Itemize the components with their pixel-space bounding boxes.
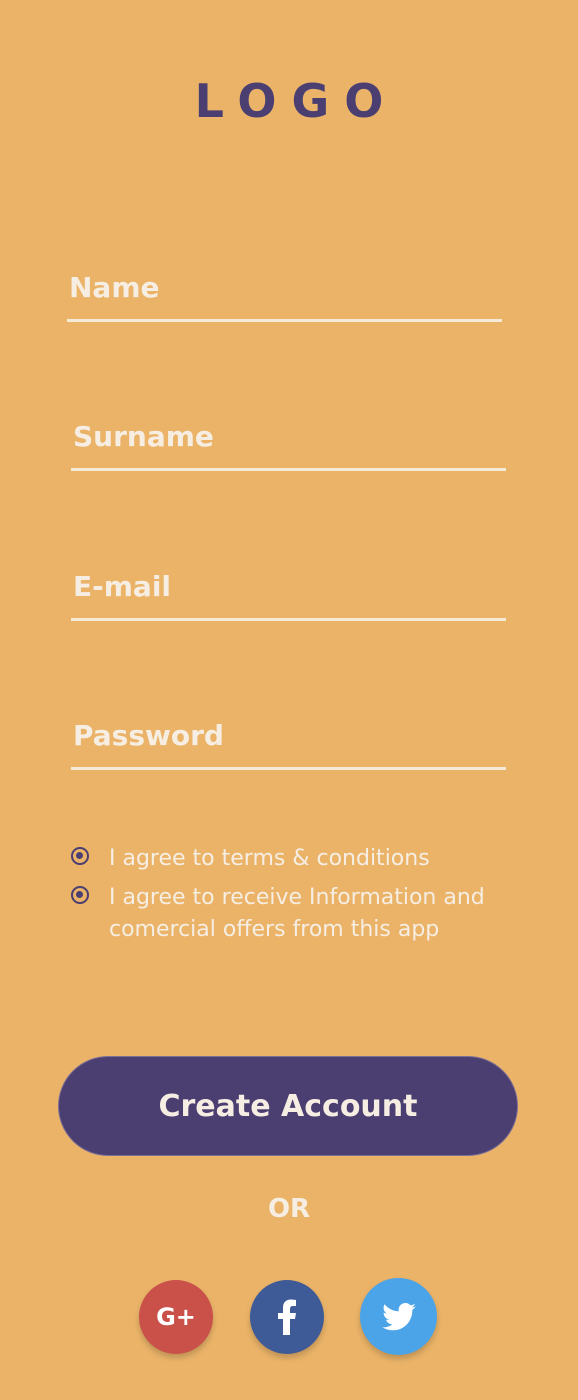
logo: LOGO [194, 74, 399, 128]
terms-radio[interactable] [71, 847, 89, 865]
terms-agreement-label: I agree to terms & conditions [109, 846, 430, 871]
surname-field-underline [71, 468, 506, 471]
facebook-icon [278, 1299, 296, 1335]
offers-agreement-label: I agree to receive Information and comer… [109, 885, 485, 942]
offers-agreement: I agree to receive Information and comer… [71, 882, 491, 978]
or-divider-label: OR [267, 1194, 311, 1224]
twitter-login-button[interactable] [360, 1278, 437, 1355]
email-field-label: E-mail [73, 570, 172, 603]
twitter-icon [381, 1302, 416, 1330]
terms-agreement: I agree to terms & conditions [71, 843, 491, 875]
password-field-label: Password [73, 719, 224, 752]
offers-radio[interactable] [71, 886, 89, 904]
surname-field[interactable]: Surname [71, 411, 506, 471]
email-field[interactable]: E-mail [71, 561, 506, 621]
create-account-button[interactable]: Create Account [58, 1056, 518, 1156]
name-field-underline [67, 319, 502, 322]
name-field[interactable]: Name [67, 262, 502, 322]
google-plus-icon: G+ [156, 1303, 196, 1331]
email-field-underline [71, 618, 506, 621]
password-field-underline [71, 767, 506, 770]
google-login-button[interactable]: G+ [139, 1280, 213, 1354]
facebook-login-button[interactable] [250, 1280, 324, 1354]
name-field-label: Name [69, 271, 160, 304]
surname-field-label: Surname [73, 420, 214, 453]
password-field[interactable]: Password [71, 710, 506, 770]
